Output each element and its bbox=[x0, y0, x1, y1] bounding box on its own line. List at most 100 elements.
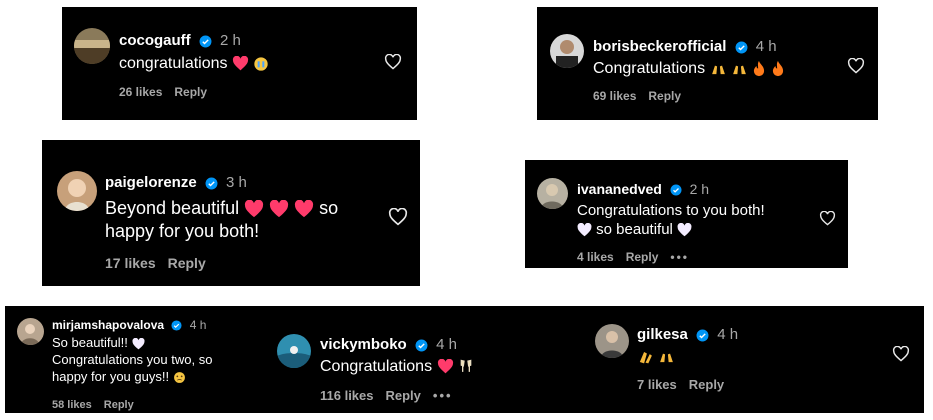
crying-face-emoji-icon bbox=[173, 371, 185, 383]
timestamp: 2 h bbox=[689, 181, 710, 197]
avatar[interactable] bbox=[537, 178, 568, 209]
username-text[interactable]: borisbeckerofficial bbox=[593, 38, 726, 55]
username-text[interactable]: vickymboko bbox=[320, 336, 407, 353]
comment-meta: 17 likes Reply bbox=[105, 255, 218, 271]
verified-badge-icon bbox=[670, 184, 682, 196]
verified-badge-icon bbox=[171, 320, 182, 331]
comment-text: Congratulations to you both! so beautifu… bbox=[577, 202, 827, 240]
comment-meta: 26 likes Reply bbox=[119, 85, 219, 99]
heart-outline-icon[interactable] bbox=[384, 54, 402, 70]
comment-text: So beautiful!! Congratulations you two, … bbox=[52, 335, 282, 386]
comment-line: Congratulations to you both! bbox=[577, 202, 765, 219]
comment-line: congratulations bbox=[119, 55, 228, 72]
likes-count[interactable]: 4 likes bbox=[577, 250, 614, 264]
username-text[interactable]: cocogauff bbox=[119, 32, 191, 49]
avatar[interactable] bbox=[277, 334, 311, 368]
comment-text: congratulations bbox=[119, 54, 269, 74]
reply-button[interactable]: Reply bbox=[386, 388, 421, 403]
comment-card: paigelorenze 3 h Beyond beautiful so hap… bbox=[42, 140, 420, 286]
avatar[interactable] bbox=[57, 171, 97, 211]
likes-count[interactable]: 58 likes bbox=[52, 399, 92, 411]
username[interactable]: cocogauff 2 h bbox=[119, 32, 241, 49]
fire-emoji-icon bbox=[772, 61, 783, 77]
comment-text: Congratulations bbox=[320, 357, 474, 377]
comment-line: so bbox=[319, 198, 339, 218]
heart-outline-icon[interactable] bbox=[388, 208, 408, 226]
timestamp: 4 h bbox=[189, 318, 207, 332]
comment-line: happy for you guys!! bbox=[52, 368, 170, 384]
username[interactable]: paigelorenze 3 h bbox=[105, 174, 247, 191]
fire-emoji-icon bbox=[754, 61, 765, 77]
comment-line: Congratulations bbox=[593, 60, 706, 77]
comment-meta: 116 likes Reply ••• bbox=[320, 388, 465, 403]
heart-emoji-icon bbox=[245, 200, 264, 218]
timestamp: 4 h bbox=[436, 336, 457, 353]
verified-badge-icon bbox=[735, 41, 748, 53]
likes-count[interactable]: 69 likes bbox=[593, 89, 636, 103]
white-heart-emoji-icon bbox=[132, 337, 144, 349]
username-text[interactable]: ivananedved bbox=[577, 181, 662, 197]
comment-line: Congratulations bbox=[320, 358, 433, 375]
heart-emoji-icon bbox=[270, 200, 289, 218]
likes-count[interactable]: 17 likes bbox=[105, 255, 156, 271]
username[interactable]: mirjamshapovalova 4 h bbox=[52, 318, 206, 332]
avatar[interactable] bbox=[550, 34, 584, 68]
reply-button[interactable]: Reply bbox=[626, 250, 659, 264]
raised-hands-emoji-icon bbox=[733, 65, 746, 75]
avatar[interactable] bbox=[74, 28, 110, 64]
heart-emoji-icon bbox=[437, 359, 453, 374]
reply-button[interactable]: Reply bbox=[104, 399, 134, 411]
timestamp: 2 h bbox=[220, 32, 241, 49]
comment-card: ivananedved 2 h Congratulations to you b… bbox=[525, 160, 848, 268]
comment-line: happy for you both! bbox=[105, 220, 260, 241]
more-options-icon[interactable]: ••• bbox=[433, 388, 453, 403]
timestamp: 4 h bbox=[755, 38, 777, 55]
comment-text: Beyond beautiful so happy for you both! bbox=[105, 197, 405, 242]
verified-badge-icon bbox=[199, 35, 212, 47]
reply-button[interactable]: Reply bbox=[174, 85, 207, 99]
username-text[interactable]: mirjamshapovalova bbox=[52, 318, 164, 332]
raised-hands-emoji-icon bbox=[711, 65, 725, 75]
comment-text: Congratulations bbox=[593, 59, 785, 79]
likes-count[interactable]: 26 likes bbox=[119, 85, 162, 99]
username[interactable]: gilkesa 4 h bbox=[637, 326, 738, 343]
avatar[interactable] bbox=[17, 318, 44, 345]
comment-meta: 4 likes Reply ••• bbox=[577, 250, 701, 264]
username-text[interactable]: paigelorenze bbox=[105, 174, 197, 191]
username-text[interactable]: gilkesa bbox=[637, 326, 688, 343]
heart-emoji-icon bbox=[232, 56, 249, 71]
champagne-emoji-icon bbox=[460, 359, 472, 373]
comment-text bbox=[637, 347, 675, 367]
comment-meta: 58 likes Reply bbox=[52, 399, 146, 411]
comment-line: Congratulations you two, so bbox=[52, 351, 213, 367]
clapping-hands-emoji-icon bbox=[639, 351, 652, 364]
username[interactable]: ivananedved 2 h bbox=[577, 181, 709, 197]
comment-line: So beautiful!! bbox=[52, 335, 128, 350]
reply-button[interactable]: Reply bbox=[689, 377, 724, 392]
verified-badge-icon bbox=[696, 329, 709, 341]
timestamp: 4 h bbox=[717, 326, 739, 343]
comment-card: cocogauff 2 h congratulations 26 likes Re… bbox=[62, 7, 417, 120]
heart-outline-icon[interactable] bbox=[819, 211, 836, 226]
comment-strip: mirjamshapovalova 4 h So beautiful!! Con… bbox=[5, 306, 924, 413]
crying-face-emoji-icon bbox=[254, 57, 269, 71]
verified-badge-icon bbox=[415, 339, 428, 351]
more-options-icon[interactable]: ••• bbox=[670, 250, 689, 264]
comment-card: borisbeckerofficial 4 h Congratulations … bbox=[537, 7, 878, 120]
heart-emoji-icon bbox=[295, 200, 314, 218]
likes-count[interactable]: 7 likes bbox=[637, 377, 677, 392]
comment-line: so beautiful bbox=[596, 220, 673, 238]
reply-button[interactable]: Reply bbox=[168, 255, 206, 271]
username[interactable]: borisbeckerofficial 4 h bbox=[593, 38, 777, 55]
heart-outline-icon[interactable] bbox=[847, 58, 865, 74]
avatar[interactable] bbox=[595, 324, 629, 358]
comment-meta: 69 likes Reply bbox=[593, 89, 693, 103]
heart-outline-icon[interactable] bbox=[892, 346, 910, 362]
raised-hands-emoji-icon bbox=[660, 353, 674, 363]
username[interactable]: vickymboko 4 h bbox=[320, 336, 457, 353]
white-heart-emoji-icon bbox=[577, 222, 592, 237]
likes-count[interactable]: 116 likes bbox=[320, 388, 374, 403]
reply-button[interactable]: Reply bbox=[648, 89, 681, 103]
timestamp: 3 h bbox=[226, 174, 247, 191]
comment-meta: 7 likes Reply bbox=[637, 377, 736, 392]
